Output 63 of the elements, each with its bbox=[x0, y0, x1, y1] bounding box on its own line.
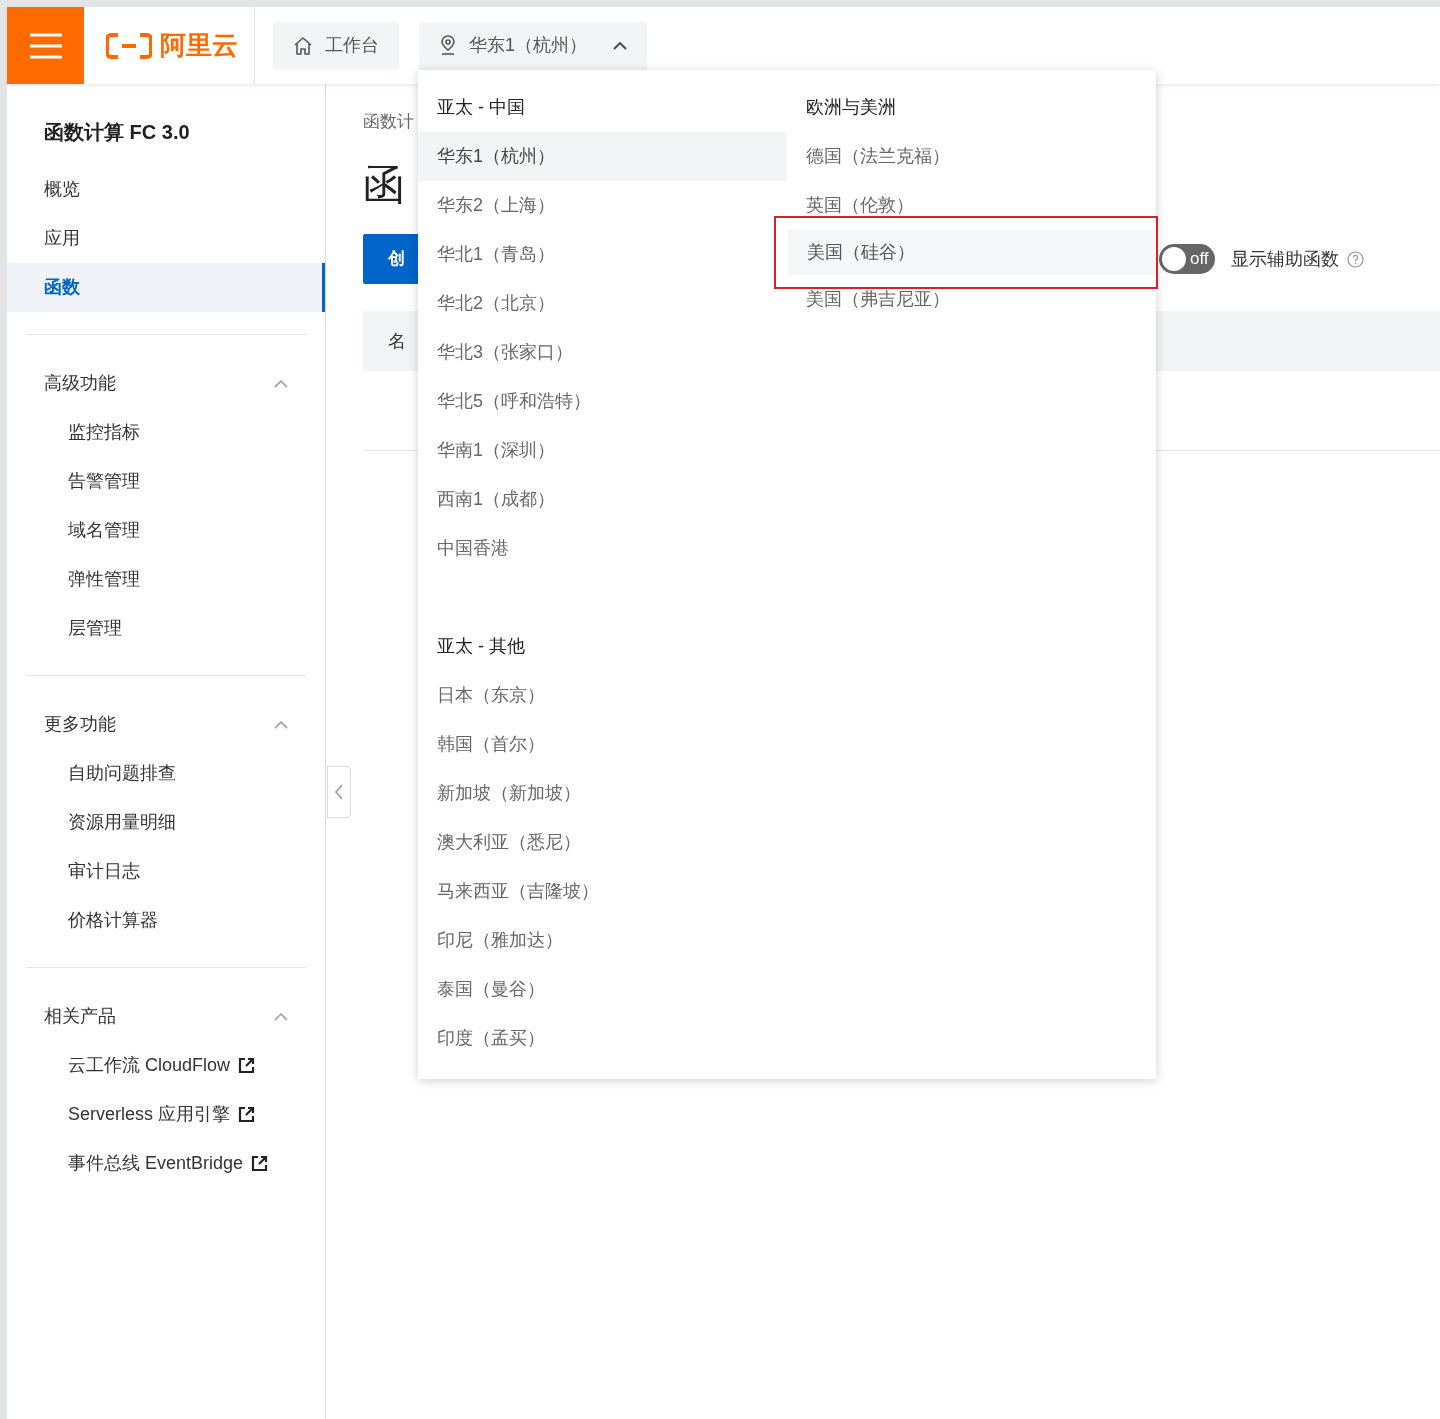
sidebar-item[interactable]: 概览 bbox=[7, 165, 325, 214]
external-link-icon bbox=[238, 1106, 256, 1123]
sidebar-item[interactable]: 应用 bbox=[7, 214, 325, 263]
sidebar-item[interactable]: 弹性管理 bbox=[26, 555, 306, 604]
region-option[interactable]: 德国（法兰克福） bbox=[787, 132, 1156, 181]
external-link-icon bbox=[251, 1155, 269, 1172]
sidebar-item[interactable]: 域名管理 bbox=[26, 506, 306, 555]
region-option[interactable]: 中国香港 bbox=[418, 524, 787, 573]
group-header[interactable]: 高级功能 bbox=[26, 359, 306, 408]
location-pin-icon bbox=[439, 35, 457, 56]
chevron-up-icon bbox=[274, 720, 288, 729]
sidebar-item[interactable]: 层管理 bbox=[26, 604, 306, 653]
region-option[interactable]: 华南1（深圳） bbox=[418, 426, 787, 475]
page-heading: 函 bbox=[363, 160, 405, 210]
chevron-up-icon bbox=[274, 379, 288, 388]
sidebar-item[interactable]: 函数 bbox=[7, 263, 325, 312]
region-option[interactable]: 西南1（成都） bbox=[418, 475, 787, 524]
region-option[interactable]: 华北3（张家口） bbox=[418, 328, 787, 377]
external-link-icon bbox=[238, 1057, 256, 1074]
sidebar-item[interactable]: 价格计算器 bbox=[26, 896, 306, 945]
region-option[interactable]: 印度（孟买） bbox=[418, 1014, 787, 1063]
region-option[interactable]: 印尼（雅加达） bbox=[418, 916, 787, 965]
region-option[interactable]: 马来西亚（吉隆坡） bbox=[418, 867, 787, 916]
chevron-up-icon bbox=[613, 41, 627, 50]
nav-button[interactable]: 工作台 bbox=[273, 21, 399, 70]
logo-icon bbox=[106, 32, 152, 59]
group-heading: 亚太 - 其他 bbox=[436, 635, 526, 658]
chevron-up-icon bbox=[274, 1012, 288, 1021]
sidebar-item[interactable]: 监控指标 bbox=[26, 408, 306, 457]
sidebar-item[interactable]: 告警管理 bbox=[26, 457, 306, 506]
sidebar-item[interactable]: 资源用量明细 bbox=[26, 798, 306, 847]
sidebar-title: 函数计算 FC 3.0 bbox=[43, 120, 191, 145]
region-option[interactable]: 泰国（曼谷） bbox=[418, 965, 787, 1014]
region-option[interactable]: 华东1（杭州） bbox=[418, 132, 787, 181]
region-option[interactable]: 日本（东京） bbox=[418, 671, 787, 720]
menu-icon bbox=[29, 32, 62, 59]
region-option[interactable]: 华东2（上海） bbox=[418, 181, 787, 230]
home-icon bbox=[293, 36, 313, 55]
region-option[interactable]: 新加坡（新加坡） bbox=[418, 769, 787, 818]
region-option[interactable]: 澳大利亚（悉尼） bbox=[418, 818, 787, 867]
region-option[interactable]: 英国（伦敦） bbox=[787, 181, 1156, 230]
group-heading: 亚太 - 中国 bbox=[436, 96, 526, 119]
region-option[interactable]: 韩国（首尔） bbox=[418, 720, 787, 769]
external-link[interactable]: 云工作流 CloudFlow bbox=[26, 1041, 306, 1090]
help-icon bbox=[1347, 250, 1364, 268]
chevron-left-icon bbox=[334, 784, 344, 800]
region-option[interactable]: 美国（硅谷） bbox=[788, 230, 1156, 275]
sidebar-item[interactable]: 审计日志 bbox=[26, 847, 306, 896]
external-link[interactable]: 事件总线 EventBridge bbox=[26, 1139, 306, 1188]
group-heading: 欧洲与美洲 bbox=[805, 96, 897, 119]
region-option[interactable]: 美国（弗吉尼亚） bbox=[787, 275, 1156, 324]
external-link[interactable]: Serverless 应用引擎 bbox=[26, 1090, 306, 1139]
logo-text: 阿里云 bbox=[160, 29, 238, 62]
menu-button[interactable] bbox=[7, 7, 84, 84]
collapse-sidebar-button[interactable] bbox=[327, 766, 351, 818]
group-header[interactable]: 更多功能 bbox=[26, 700, 306, 749]
sidebar-item[interactable]: 自助问题排查 bbox=[26, 749, 306, 798]
nav-button[interactable]: 华东1（杭州） bbox=[419, 21, 647, 70]
toggle-switch[interactable]: off bbox=[1159, 244, 1215, 274]
group-header[interactable]: 相关产品 bbox=[26, 992, 306, 1041]
region-option[interactable]: 华北5（呼和浩特） bbox=[418, 377, 787, 426]
helper-label: 显示辅助函数 bbox=[1231, 247, 1339, 271]
column-header: 名 bbox=[388, 329, 406, 353]
